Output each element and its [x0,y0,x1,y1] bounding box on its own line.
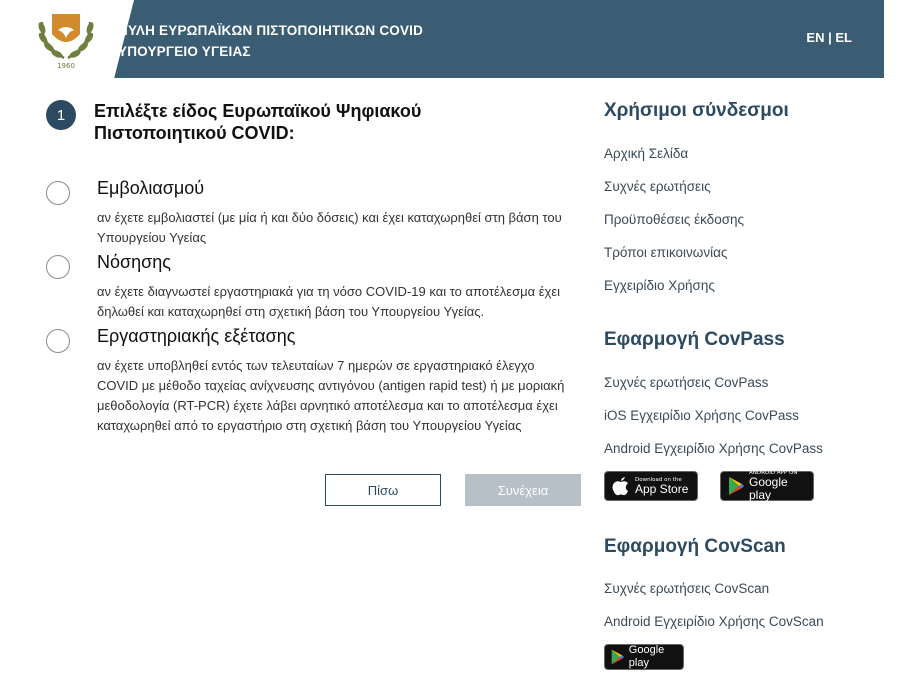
step-title: Επιλέξτε είδος Ευρωπαϊκού Ψηφιακού Πιστο… [94,101,422,143]
portal-title-line1: ΠΥΛΗ ΕΥΡΩΠΑΪΚΩΝ ΠΙΣΤΟΠΟΙΗΤΙΚΩΝ COVID [118,23,424,38]
link-covscan-android-manual[interactable]: Android Εγχειρίδιο Χρήσης CovScan [604,614,824,629]
radio-lab-test[interactable] [46,329,70,353]
radio-vaccination[interactable] [46,181,70,205]
continue-button[interactable]: Συνέχεια [465,474,581,506]
back-button[interactable]: Πίσω [325,474,441,506]
lang-en-link[interactable]: EN [806,30,824,45]
option-label: Νόσησης [97,252,171,272]
option-label: Εργαστηριακής εξέτασης [97,326,296,346]
lang-el-link[interactable]: EL [835,30,852,45]
covpass-heading: Εφαρμογή CovPass [604,329,785,350]
covscan-google-play-badge[interactable]: Google play [604,644,684,670]
google-play-big-text: Google play [748,475,788,502]
app-store-badge[interactable]: Download on the App Store [604,471,698,501]
site-header: 1960 ΠΥΛΗ ΕΥΡΩΠΑΪΚΩΝ ΠΙΣΤΟΠΟΙΗΤΙΚΩΝ COVI… [24,0,884,78]
lang-separator: | [828,30,832,45]
app-store-big-text: App Store [635,481,689,496]
portal-title-line2: ΥΠΟΥΡΓΕΙΟ ΥΓΕΙΑΣ [118,44,251,59]
link-user-manual[interactable]: Εγχειρίδιο Χρήσης [604,278,715,293]
radio-recovery[interactable] [46,255,70,279]
link-home[interactable]: Αρχική Σελίδα [604,146,688,161]
option-description: αν έχετε εμβολιαστεί (με μία ή και δύο δ… [97,210,562,245]
svg-text:1960: 1960 [57,62,75,70]
google-play-icon [728,477,744,495]
link-faq[interactable]: Συχνές ερωτήσεις [604,179,711,194]
option-label: Εμβολιασμού [97,178,205,198]
portal-title: ΠΥΛΗ ΕΥΡΩΠΑΪΚΩΝ ΠΙΣΤΟΠΟΙΗΤΙΚΩΝ COVID ΥΠΟ… [118,20,423,62]
google-play-big-text: Google play [628,644,665,669]
google-play-icon [611,649,624,665]
link-covpass-faq[interactable]: Συχνές ερωτήσεις CovPass [604,375,768,390]
apple-icon [612,477,628,496]
link-contact[interactable]: Τρόποι επικοινωνίας [604,245,727,260]
language-switcher: EN | EL [806,30,852,45]
useful-links-heading: Χρήσιμοι σύνδεσμοι [604,100,789,121]
coat-of-arms-logo: 1960 [38,14,94,70]
link-covpass-android-manual[interactable]: Android Εγχειρίδιο Χρήσης CovPass [604,441,823,456]
covscan-heading: Εφαρμογή CovScan [604,536,786,557]
option-description: αν έχετε διαγνωστεί εργαστηριακά για τη … [97,284,561,319]
step-number-badge: 1 [46,100,76,130]
link-covpass-ios-manual[interactable]: iOS Εγχειρίδιο Χρήσης CovPass [604,408,799,423]
link-covscan-faq[interactable]: Συχνές ερωτήσεις CovScan [604,581,769,596]
google-play-badge[interactable]: ANDROID APP ON Google play [720,470,814,502]
option-description: αν έχετε υποβληθεί εντός των τελευταίων … [97,358,565,433]
link-requirements[interactable]: Προϋποθέσεις έκδοσης [604,212,744,227]
